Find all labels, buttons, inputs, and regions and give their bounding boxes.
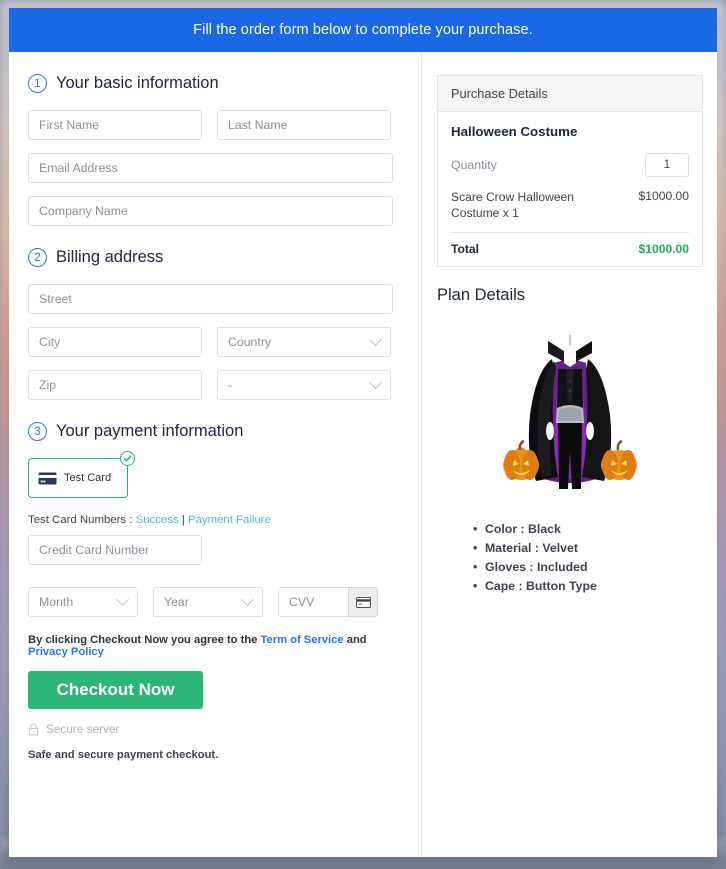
- cvv-help-button[interactable]: [348, 587, 378, 617]
- expiry-cvv-row: Month Year CVV: [28, 587, 403, 617]
- order-form-column: 1 Your basic information First Name Last…: [9, 52, 421, 857]
- line-item-name: Scare Crow Halloween Costume x 1: [451, 190, 575, 221]
- zip-input[interactable]: Zip: [28, 370, 202, 400]
- lock-icon: [28, 723, 39, 736]
- banner-text: Fill the order form below to complete yo…: [193, 22, 533, 38]
- total-row: Total $1000.00: [451, 242, 689, 256]
- last-name-input[interactable]: Last Name: [217, 110, 391, 140]
- line-item-row: Scare Crow Halloween Costume x 1 $1000.0…: [451, 189, 689, 222]
- list-item: Color : Black: [473, 522, 703, 536]
- plan-image-wrapper: [437, 310, 703, 506]
- step-3-badge: 3: [28, 422, 47, 441]
- purchase-details-body: Halloween Costume Quantity 1 Scare Crow …: [438, 112, 702, 266]
- payment-failure-test-card-link[interactable]: Payment Failure: [188, 514, 271, 526]
- success-test-card-link[interactable]: Success: [136, 514, 179, 526]
- cvv-group: CVV: [278, 587, 378, 617]
- payment-method-label: Test Card: [64, 472, 112, 484]
- payment-method-list: Test Card: [28, 451, 403, 498]
- chevron-down-icon: [369, 375, 382, 389]
- terms-prefix: By clicking Checkout Now you agree to th…: [28, 634, 261, 646]
- zip-state-row: Zip -: [28, 370, 403, 400]
- step-1-badge: 1: [28, 74, 47, 93]
- chevron-down-icon: [116, 592, 129, 606]
- quantity-row: Quantity 1: [451, 153, 689, 177]
- expiry-month-value: Month: [39, 595, 74, 609]
- country-select[interactable]: Country: [217, 327, 391, 357]
- state-select-value: -: [228, 378, 233, 392]
- page-banner: Fill the order form below to complete yo…: [9, 8, 717, 52]
- state-select[interactable]: -: [217, 370, 391, 400]
- city-input[interactable]: City: [28, 327, 202, 357]
- company-row: Company Name: [28, 196, 403, 226]
- plan-details-title: Plan Details: [437, 285, 526, 304]
- chevron-down-icon: [369, 332, 382, 346]
- purchase-details-header: Purchase Details: [438, 76, 702, 112]
- street-row: Street: [28, 284, 403, 314]
- step-2-title: Billing address: [56, 248, 164, 266]
- chevron-down-icon: [241, 592, 254, 606]
- street-input[interactable]: Street: [28, 284, 393, 314]
- secure-server-label: Secure server: [46, 722, 120, 736]
- step-2-badge: 2: [28, 248, 47, 267]
- credit-card-number-input[interactable]: Credit Card Number: [28, 535, 202, 565]
- email-input[interactable]: Email Address: [28, 153, 393, 183]
- expiry-year-value: Year: [164, 595, 189, 609]
- privacy-policy-link[interactable]: Privacy Policy: [28, 646, 104, 658]
- step-3-title: Your payment information: [56, 422, 244, 440]
- quantity-input[interactable]: 1: [645, 153, 689, 177]
- company-name-input[interactable]: Company Name: [28, 196, 393, 226]
- step-1-title: Your basic information: [56, 74, 219, 92]
- link-separator: |: [178, 514, 188, 526]
- expiry-year-select[interactable]: Year: [153, 587, 263, 617]
- step-basic-information: 1 Your basic information: [28, 74, 403, 93]
- country-select-value: Country: [228, 335, 272, 349]
- email-row: Email Address: [28, 153, 403, 183]
- terms-agreement-text: By clicking Checkout Now you agree to th…: [28, 634, 403, 658]
- purchase-details-panel: Purchase Details Halloween Costume Quant…: [437, 75, 703, 267]
- secure-server-row: Secure server: [28, 722, 403, 736]
- payment-method-test-card[interactable]: Test Card: [28, 451, 135, 498]
- city-country-row: City Country: [28, 327, 403, 357]
- credit-card-icon: [38, 472, 57, 484]
- test-card-numbers-row: Test Card Numbers : Success | Payment Fa…: [28, 514, 403, 526]
- term-of-service-link[interactable]: Term of Service: [261, 634, 344, 646]
- list-item: Cape : Button Type: [473, 579, 703, 593]
- secure-checkout-footnote: Safe and secure payment checkout.: [28, 749, 219, 761]
- list-item: Material : Velvet: [473, 541, 703, 555]
- first-name-input[interactable]: First Name: [28, 110, 202, 140]
- halloween-costume-photo: [480, 310, 660, 506]
- summary-column: Purchase Details Halloween Costume Quant…: [421, 52, 717, 857]
- total-amount: $1000.00: [638, 241, 689, 256]
- expiry-month-select[interactable]: Month: [28, 587, 138, 617]
- total-label: Total: [451, 241, 479, 256]
- selected-check-icon: [120, 451, 135, 466]
- product-title: Halloween Costume: [451, 124, 578, 139]
- checkout-now-button[interactable]: Checkout Now: [28, 671, 203, 709]
- step-billing-address: 2 Billing address: [28, 248, 403, 267]
- test-card-numbers-label: Test Card Numbers :: [28, 514, 136, 526]
- line-item-amount: $1000.00: [638, 189, 689, 203]
- plan-features-list: Color : Black Material : Velvet Gloves :…: [473, 522, 703, 593]
- list-item: Gloves : Included: [473, 560, 703, 574]
- name-row: First Name Last Name: [28, 110, 403, 140]
- quantity-label: Quantity: [451, 158, 497, 172]
- checkout-card: Fill the order form below to complete yo…: [9, 8, 717, 857]
- step-payment-information: 3 Your payment information: [28, 422, 403, 441]
- cvv-input[interactable]: CVV: [278, 587, 348, 617]
- checkout-body: 1 Your basic information First Name Last…: [9, 52, 717, 857]
- credit-card-icon: [355, 596, 371, 608]
- terms-middle: and: [343, 634, 367, 646]
- card-number-row: Credit Card Number: [28, 535, 403, 565]
- total-divider: [451, 231, 689, 233]
